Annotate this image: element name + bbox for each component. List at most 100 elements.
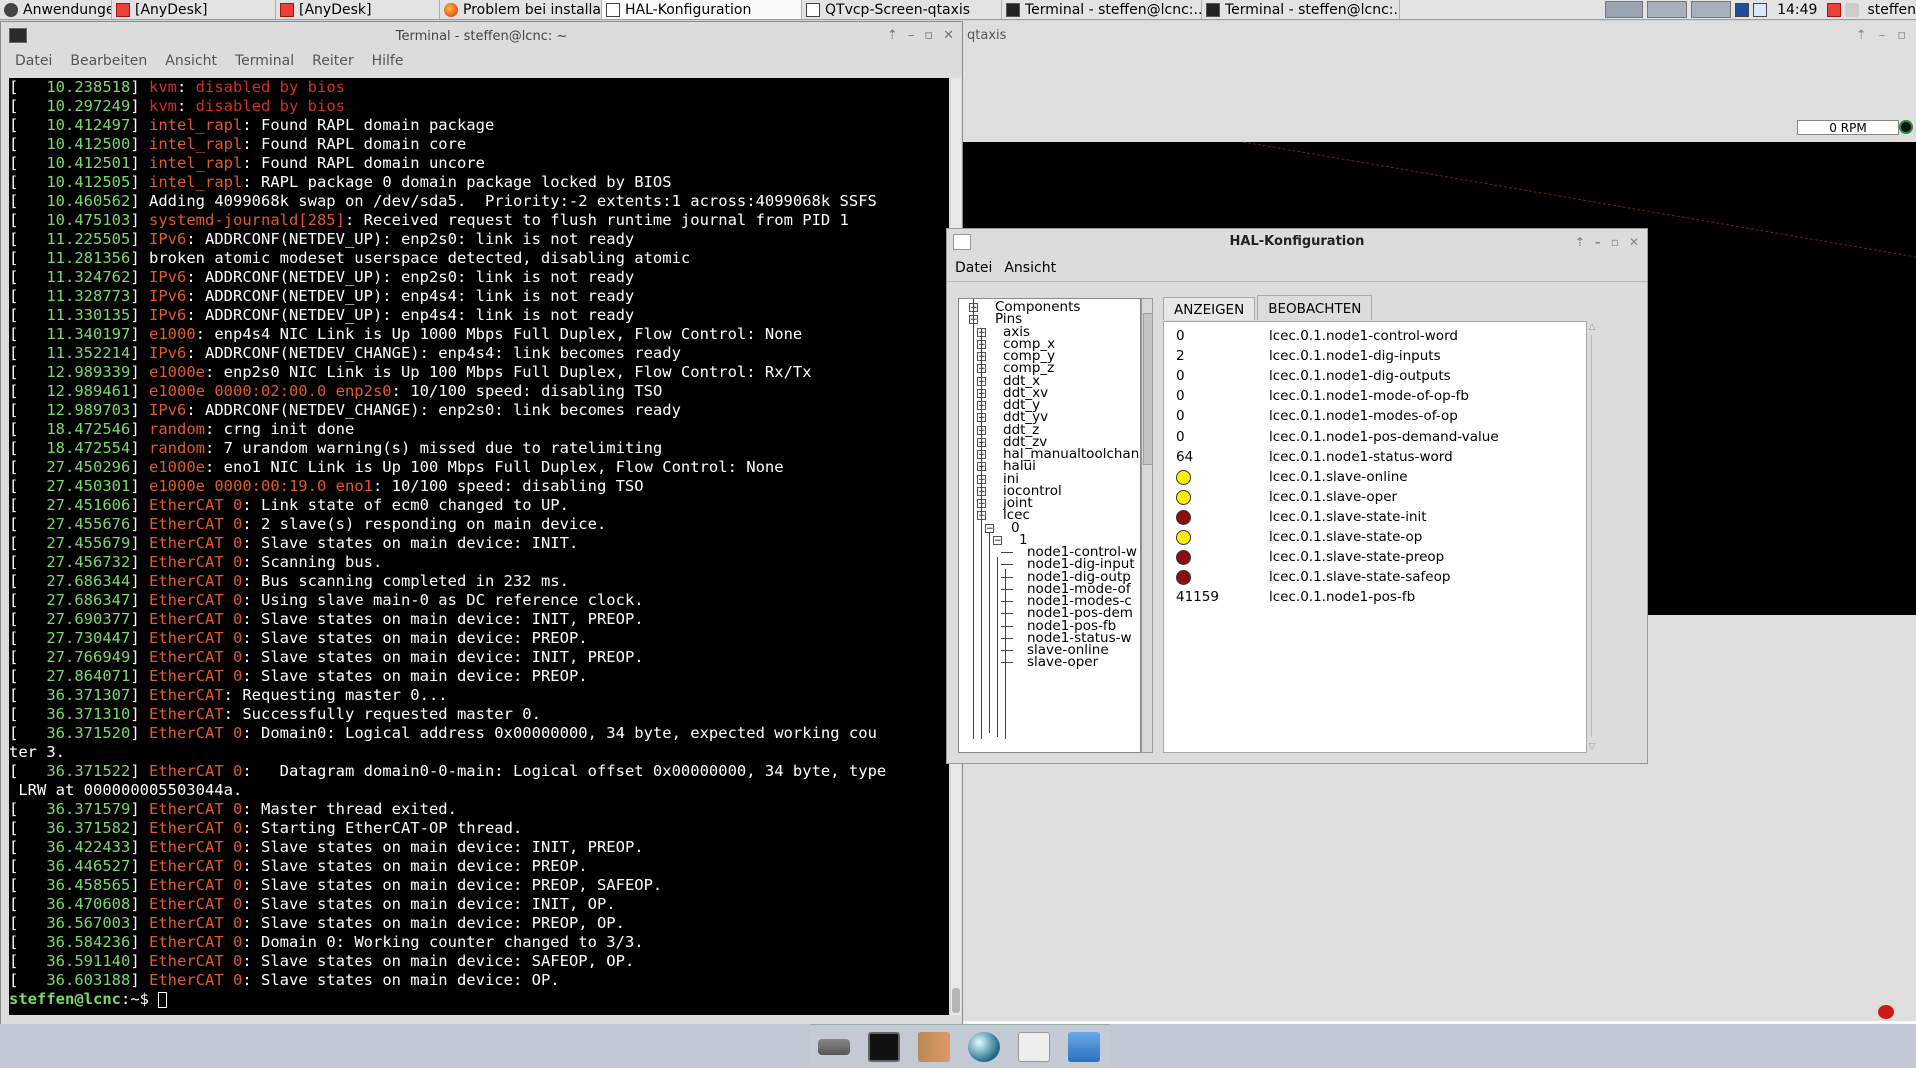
separator: :: [242, 135, 261, 153]
bracket: [: [9, 78, 19, 96]
dock-notes-launcher[interactable]: [914, 1027, 954, 1067]
bracket: ]: [130, 667, 149, 685]
terminal-line: [ 11.225505] IPv6: ADDRCONF(NETDEV_UP): …: [9, 230, 949, 249]
user-name[interactable]: steffen: [1863, 2, 1916, 18]
prompt-line[interactable]: steffen@lcnc:~$: [9, 990, 949, 1009]
menu-item-ansicht[interactable]: Ansicht: [165, 53, 217, 69]
estop-icon[interactable]: [1878, 1005, 1894, 1019]
taskbar-items: Anwendungen [AnyDesk] [AnyDesk] Problem bei…: [0, 0, 1400, 19]
taskbar-item[interactable]: QTvcp-Screen-qtaxis: [802, 0, 1002, 19]
menu-item-datei[interactable]: Datei: [955, 260, 992, 276]
terminal-line: [ 10.412505] intel_rapl: RAPL package 0 …: [9, 173, 949, 192]
log-source: EtherCAT 0: [149, 515, 243, 533]
scrollbar-thumb[interactable]: [1143, 313, 1153, 465]
dock-drive-launcher[interactable]: [814, 1027, 854, 1067]
terminal-icon: [1206, 2, 1220, 17]
bracket: [: [9, 724, 19, 742]
taskbar-item[interactable]: Terminal - steffen@lcnc:...: [1002, 0, 1202, 19]
dock-browser-launcher[interactable]: [964, 1027, 1004, 1067]
taskbar-item[interactable]: [AnyDesk]: [276, 0, 440, 19]
taskbar-item[interactable]: Terminal - steffen@lcnc:...: [1202, 0, 1400, 19]
menu-item-ansicht[interactable]: Ansicht: [1004, 260, 1056, 276]
bracket: [: [9, 458, 19, 476]
log-source: EtherCAT 0: [149, 610, 243, 628]
minimize-icon[interactable]: –: [1595, 229, 1601, 255]
terminal-output[interactable]: [ 10.238518] kvm: disabled by bios[ 10.2…: [9, 78, 949, 1015]
maximize-icon[interactable]: ▫: [924, 28, 933, 43]
log-source: EtherCAT: [149, 686, 224, 704]
dock-terminal-launcher[interactable]: [864, 1027, 904, 1067]
tab-anzeigen[interactable]: ANZEIGEN: [1163, 297, 1256, 320]
timestamp: 27.690377: [18, 610, 131, 628]
window-up-icon[interactable]: ⇡: [1856, 21, 1867, 51]
scroll-up-icon[interactable]: △: [1587, 321, 1597, 333]
close-icon[interactable]: ✕: [943, 28, 954, 43]
log-source: kvm: [149, 78, 177, 96]
close-icon[interactable]: ✕: [1629, 229, 1639, 255]
dock-folder-launcher[interactable]: [1064, 1027, 1104, 1067]
window-up-icon[interactable]: ⇡: [887, 28, 898, 43]
dock-search-launcher[interactable]: [1014, 1027, 1054, 1067]
watch-scrollbar[interactable]: △ ▽: [1587, 321, 1597, 753]
watch-pin-name: lcec.0.1.node1-pos-fb: [1269, 589, 1416, 606]
hal-tree-view[interactable]: +Components−Pins+axis+comp_x+comp_y+comp…: [958, 298, 1141, 753]
watch-pin-name: lcec.0.1.node1-dig-inputs: [1269, 348, 1441, 365]
bracket: [: [9, 382, 19, 400]
tree-item[interactable]: slave-oper: [1027, 655, 1098, 670]
watch-value: 2: [1176, 348, 1185, 365]
workspace-3[interactable]: [1691, 1, 1732, 18]
network-icon[interactable]: [1735, 2, 1750, 17]
scroll-track[interactable]: [1591, 335, 1592, 737]
minimize-icon[interactable]: –: [1879, 21, 1886, 51]
search-icon: [1018, 1031, 1050, 1062]
terminal-menubar: Datei Bearbeiten Ansicht Terminal Reiter Hilf…: [1, 50, 962, 72]
watch-list[interactable]: 0 lcec.0.1.node1-control-word 2 lcec.0.1.no…: [1163, 321, 1587, 753]
workspace-2[interactable]: [1647, 1, 1688, 18]
hal-title: HAL-Konfiguration: [1229, 234, 1365, 249]
browser-icon: [968, 1031, 1000, 1062]
watch-value: 0: [1176, 408, 1185, 425]
separator: :: [186, 287, 205, 305]
separator: :: [242, 515, 261, 533]
hal-config-window: HAL-Konfiguration ⇡–▫ ✕ Datei Ansicht +Com…: [946, 228, 1648, 764]
separator: :: [242, 553, 261, 571]
tree-scrollbar[interactable]: [1141, 298, 1153, 753]
tab-beobachten[interactable]: BEOBACHTEN: [1257, 295, 1373, 320]
separator: :: [205, 363, 224, 381]
maximize-icon[interactable]: ▫: [1897, 21, 1906, 51]
menu-item-terminal[interactable]: Terminal: [235, 53, 294, 69]
maximize-icon[interactable]: ▫: [1611, 229, 1619, 255]
terminal-line: [ 36.371520] EtherCAT 0: Domain0: Logica…: [9, 724, 949, 743]
taskbar-item-label: Anwendungen: [23, 1, 111, 18]
terminal-line: [ 11.352214] IPv6: ADDRCONF(NETDEV_CHANG…: [9, 344, 949, 363]
anydesk-tray-icon[interactable]: [1827, 2, 1842, 17]
audio-icon[interactable]: [1845, 2, 1860, 17]
separator: :: [242, 648, 261, 666]
menu-item-datei[interactable]: Datei: [15, 53, 52, 69]
taskbar-item[interactable]: Anwendungen: [0, 0, 112, 19]
window-up-icon[interactable]: ⇡: [1575, 229, 1585, 255]
message: Successfully requested master 0.: [242, 705, 541, 723]
hal-tabs: ANZEIGEN BEOBACHTEN: [1163, 295, 1374, 320]
clock[interactable]: 14:49: [1771, 2, 1823, 18]
separator: :: [242, 173, 261, 191]
separator: :: [242, 800, 261, 818]
workspace-switcher[interactable]: [1605, 1, 1644, 18]
minimize-icon[interactable]: –: [908, 28, 915, 43]
bracket: [: [9, 192, 19, 210]
terminal-line: [ 11.340197] e1000: enp4s4 NIC Link is U…: [9, 325, 949, 344]
collapse-minus-icon[interactable]: −: [985, 523, 994, 533]
taskbar-item[interactable]: HAL-Konfiguration: [602, 0, 802, 19]
taskbar-item[interactable]: [AnyDesk]: [112, 0, 276, 19]
collapse-minus-icon[interactable]: −: [993, 535, 1002, 545]
scrollbar-thumb[interactable]: [952, 988, 960, 1013]
display-icon[interactable]: [1753, 2, 1768, 17]
log-source: IPv6: [149, 287, 187, 305]
taskbar-item[interactable]: Problem bei installation...: [440, 0, 602, 19]
watch-pin-name: lcec.0.1.node1-dig-outputs: [1269, 368, 1451, 385]
menu-item-bearbeiten[interactable]: Bearbeiten: [70, 53, 147, 69]
menu-item-reiter[interactable]: Reiter: [312, 53, 353, 69]
taskbar-item-label: [AnyDesk]: [135, 1, 208, 18]
scroll-down-icon[interactable]: ▽: [1587, 741, 1597, 753]
menu-item-hilfe[interactable]: Hilfe: [372, 53, 404, 69]
